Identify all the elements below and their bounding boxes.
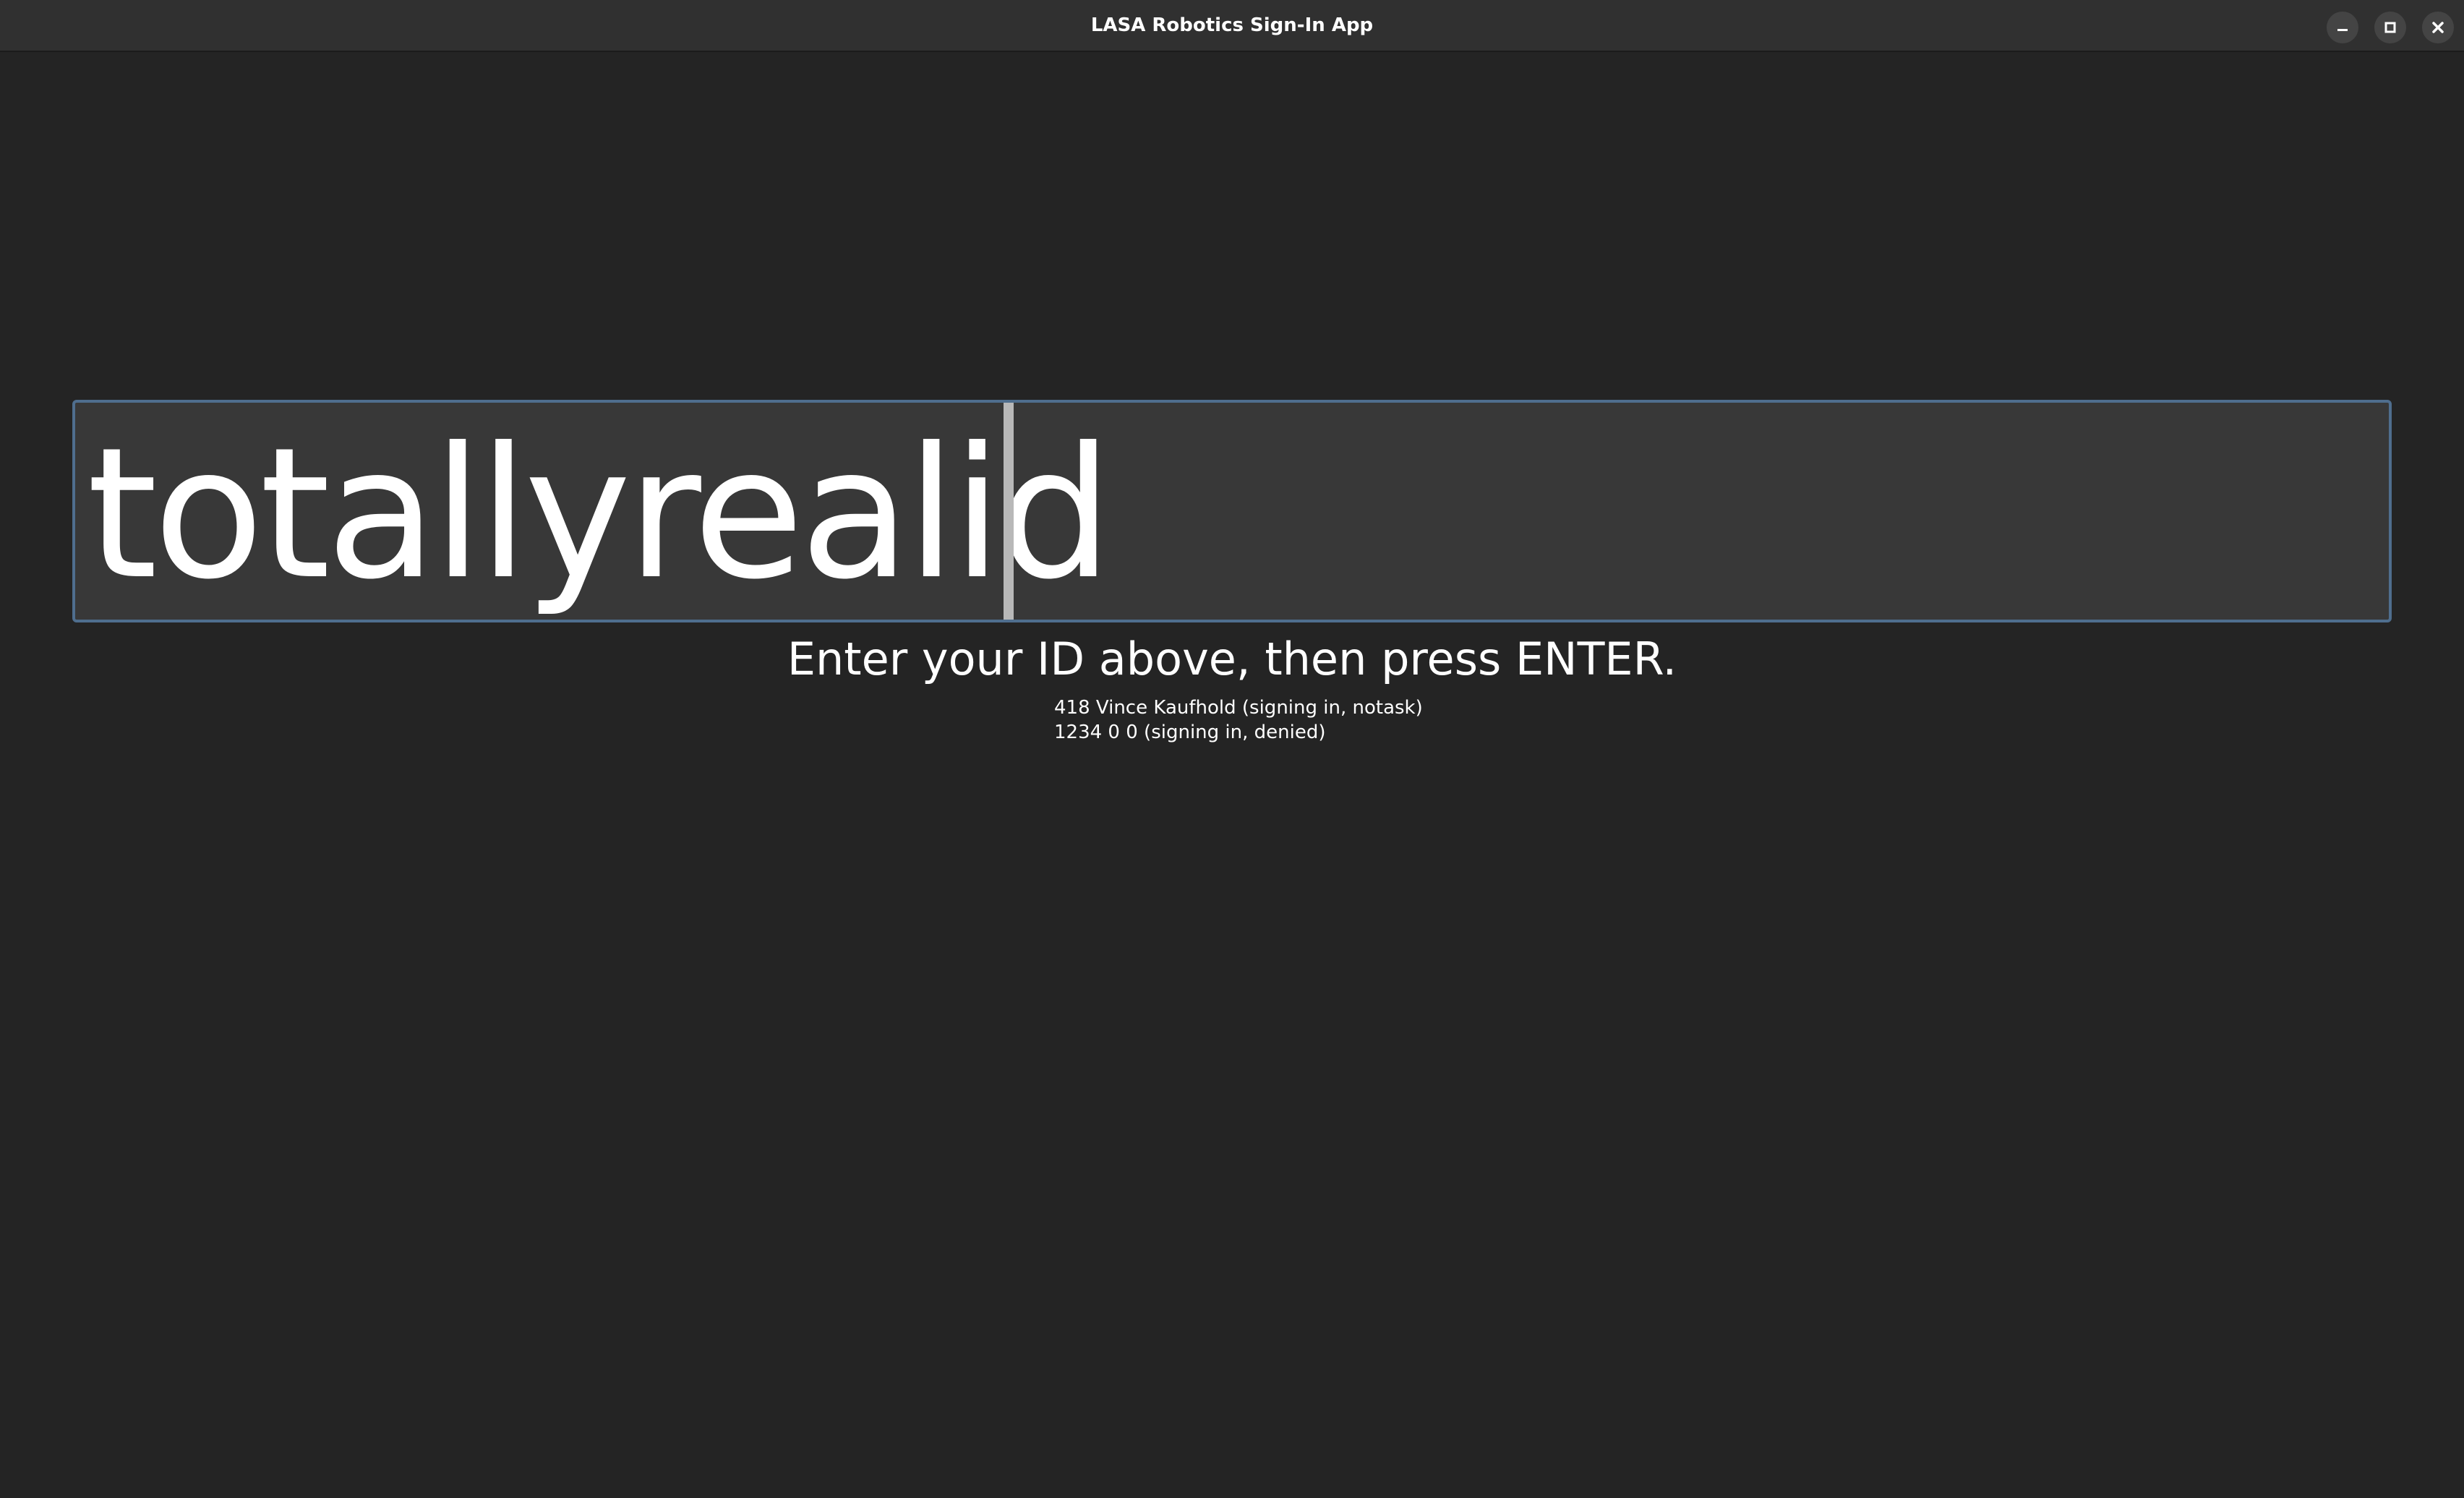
id-input-field[interactable]: totallyrealid [72,400,2392,622]
log-entry: 1234 0 0 (signing in, denied) [1054,722,1326,743]
close-icon [2432,22,2444,33]
instruction-text: Enter your ID above, then press ENTER. [787,633,1677,685]
close-button[interactable] [2422,12,2454,43]
log-entry: 418 Vince Kaufhold (signing in, notask) [1054,697,1423,719]
maximize-button[interactable] [2374,12,2406,43]
maximize-icon [2384,22,2396,33]
id-input-value: totallyrealid [87,408,1113,619]
sign-in-log: 418 Vince Kaufhold (signing in, notask) … [1054,696,1705,745]
minimize-button[interactable] [2327,12,2358,43]
app-window: LASA Robotics Sign-In App totallyrealid … [0,0,2464,1498]
title-bar[interactable]: LASA Robotics Sign-In App [0,0,2464,52]
minimize-icon [2337,29,2348,31]
window-title: LASA Robotics Sign-In App [1090,14,1374,36]
text-caret [1004,403,1014,620]
